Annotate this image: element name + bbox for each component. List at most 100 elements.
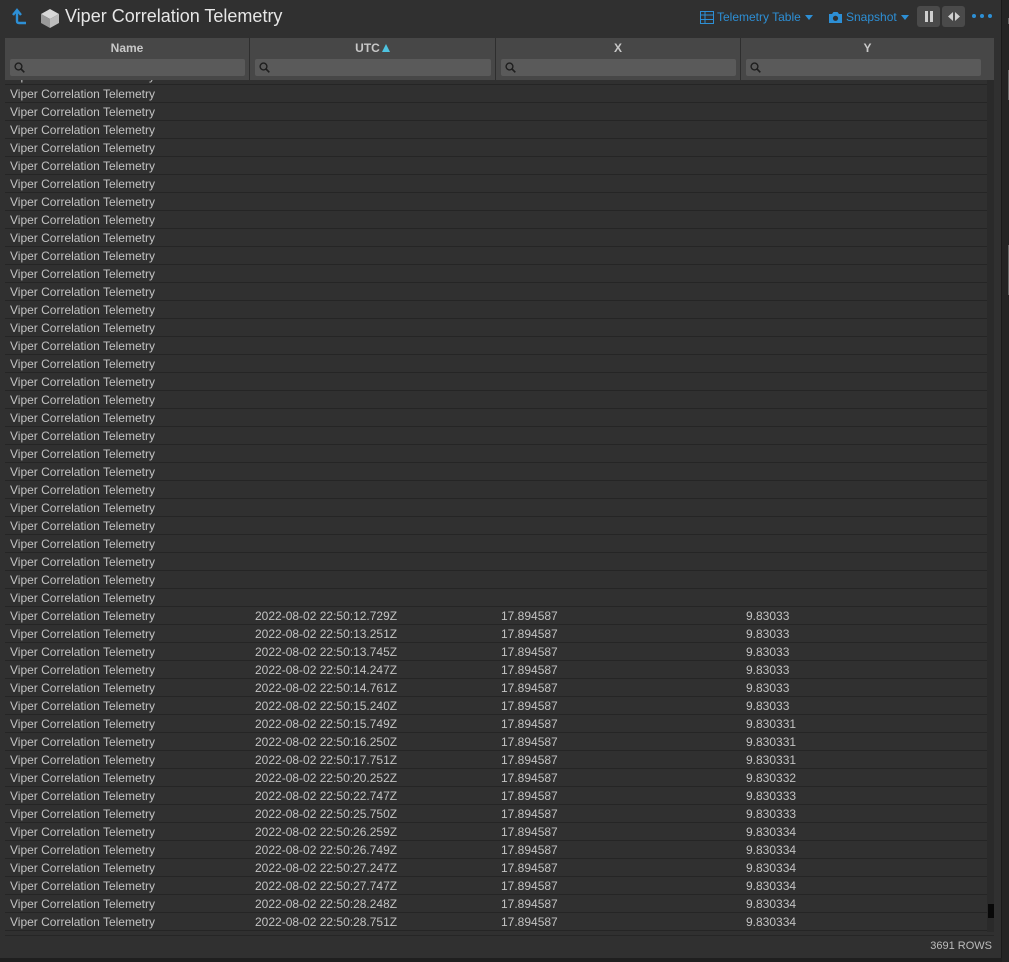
table-row[interactable]: Viper Correlation Telemetry	[5, 139, 987, 157]
cell-x: 17.894587	[501, 753, 558, 767]
table-row[interactable]: Viper Correlation Telemetry2022-08-02 22…	[5, 769, 987, 787]
table-row[interactable]: Viper Correlation Telemetry	[5, 355, 987, 373]
cell-x: 17.894587	[501, 915, 558, 929]
adjacent-pane-edge	[1002, 0, 1009, 962]
table-row[interactable]: Viper Correlation Telemetry	[5, 211, 987, 229]
cell-name: Viper Correlation Telemetry	[10, 645, 155, 659]
cell-y: 9.830334	[746, 825, 797, 839]
table-row[interactable]: Viper Correlation Telemetry2022-08-02 22…	[5, 787, 987, 805]
table-row[interactable]: Viper Correlation Telemetry2022-08-02 22…	[5, 823, 987, 841]
cell-name: Viper Correlation Telemetry	[10, 609, 155, 623]
vertical-scrollbar[interactable]	[987, 80, 994, 932]
snapshot-button[interactable]: Snapshot	[828, 8, 909, 26]
table-row[interactable]: Viper Correlation Telemetry2022-08-02 22…	[5, 661, 987, 679]
table-row[interactable]: Viper Correlation Telemetry	[5, 499, 987, 517]
table-row[interactable]: Viper Correlation Telemetry2022-08-02 22…	[5, 877, 987, 895]
table-row[interactable]: Viper Correlation Telemetry	[5, 193, 987, 211]
view-switcher-button[interactable]: Telemetry Table	[700, 8, 813, 26]
cell-name: Viper Correlation Telemetry	[10, 699, 155, 713]
cell-name: Viper Correlation Telemetry	[10, 789, 155, 803]
cell-y: 9.83033	[746, 681, 790, 695]
cell-y: 9.830334	[746, 843, 797, 857]
table-row[interactable]: Viper Correlation Telemetry	[5, 157, 987, 175]
table-row[interactable]: Viper Correlation Telemetry	[5, 301, 987, 319]
cell-name: Viper Correlation Telemetry	[10, 321, 155, 335]
table-row[interactable]: Viper Correlation Telemetry2022-08-02 22…	[5, 733, 987, 751]
table-row[interactable]: Viper Correlation Telemetry	[5, 80, 987, 85]
table-row[interactable]: Viper Correlation Telemetry2022-08-02 22…	[5, 715, 987, 733]
table-row[interactable]: Viper Correlation Telemetry	[5, 589, 987, 607]
table-row[interactable]: Viper Correlation Telemetry	[5, 553, 987, 571]
table-row[interactable]: Viper Correlation Telemetry	[5, 463, 987, 481]
table-row[interactable]: Viper Correlation Telemetry	[5, 247, 987, 265]
cell-name: Viper Correlation Telemetry	[10, 861, 155, 875]
table-row[interactable]: Viper Correlation Telemetry2022-08-02 22…	[5, 697, 987, 715]
table-row[interactable]: Viper Correlation Telemetry	[5, 481, 987, 499]
cell-x: 17.894587	[501, 645, 558, 659]
table-row[interactable]: Viper Correlation Telemetry	[5, 85, 987, 103]
cell-utc: 2022-08-02 22:50:12.729Z	[255, 609, 398, 623]
cell-name: Viper Correlation Telemetry	[10, 231, 155, 245]
column-header-name[interactable]: Name	[5, 38, 250, 80]
table-row[interactable]: Viper Correlation Telemetry	[5, 175, 987, 193]
column-label: Y	[863, 41, 872, 55]
name-filter-input[interactable]	[10, 59, 245, 76]
column-header-x[interactable]: X	[496, 38, 741, 80]
cell-name: Viper Correlation Telemetry	[10, 447, 155, 461]
cell-name: Viper Correlation Telemetry	[10, 105, 155, 119]
table-row[interactable]: Viper Correlation Telemetry	[5, 535, 987, 553]
y-filter-input[interactable]	[746, 59, 981, 76]
cell-utc: 2022-08-02 22:50:27.247Z	[255, 861, 398, 875]
more-icon	[972, 14, 976, 18]
table-row[interactable]: Viper Correlation Telemetry	[5, 283, 987, 301]
more-options-button[interactable]	[972, 9, 992, 23]
pause-button[interactable]	[917, 6, 940, 27]
table-row[interactable]: Viper Correlation Telemetry2022-08-02 22…	[5, 679, 987, 697]
cell-y: 9.830334	[746, 879, 797, 893]
cell-name: Viper Correlation Telemetry	[10, 807, 155, 821]
table-row[interactable]: Viper Correlation Telemetry	[5, 517, 987, 535]
cell-name: Viper Correlation Telemetry	[10, 555, 155, 569]
table-row[interactable]: Viper Correlation Telemetry2022-08-02 22…	[5, 751, 987, 769]
cell-y: 9.83033	[746, 663, 790, 677]
utc-filter-input[interactable]	[255, 59, 491, 76]
table-row[interactable]: Viper Correlation Telemetry	[5, 229, 987, 247]
table-row[interactable]: Viper Correlation Telemetry 2022-08-02 22…	[5, 607, 987, 625]
table-row[interactable]: Viper Correlation Telemetry	[5, 409, 987, 427]
view-switcher-label: Telemetry Table	[717, 10, 801, 24]
back-arrow-icon[interactable]	[9, 7, 29, 27]
table-row[interactable]: Viper Correlation Telemetry 2022-08-02 22…	[5, 859, 987, 877]
column-header-y[interactable]: Y	[741, 38, 994, 80]
table-row[interactable]: Viper Correlation Telemetry2022-08-02 22…	[5, 931, 987, 932]
table-row[interactable]: Viper Correlation Telemetry	[5, 391, 987, 409]
cell-x: 17.894587	[501, 663, 558, 677]
expand-columns-button[interactable]	[942, 6, 965, 27]
cell-name: Viper Correlation Telemetry	[10, 735, 155, 749]
table-body[interactable]: Viper Correlation Telemetry Viper Correla…	[5, 80, 987, 932]
cell-y: 9.830334	[746, 915, 797, 929]
table-row[interactable]: Viper Correlation Telemetry2022-08-02 22…	[5, 895, 987, 913]
table-row[interactable]: Viper Correlation Telemetry2022-08-02 22…	[5, 841, 987, 859]
table-row[interactable]: Viper Correlation Telemetry	[5, 571, 987, 589]
table-row[interactable]: Viper Correlation Telemetry	[5, 103, 987, 121]
table-row[interactable]: Viper Correlation Telemetry	[5, 265, 987, 283]
table-row[interactable]: Viper Correlation Telemetry2022-08-02 22…	[5, 643, 987, 661]
x-filter-input[interactable]	[501, 59, 736, 76]
table-row[interactable]: Viper Correlation Telemetry	[5, 373, 987, 391]
search-icon	[259, 62, 270, 73]
table-row[interactable]: Viper Correlation Telemetry	[5, 445, 987, 463]
table-row[interactable]: Viper Correlation Telemetry2022-08-02 22…	[5, 913, 987, 931]
cell-y: 9.830333	[746, 807, 797, 821]
table-row[interactable]: Viper Correlation Telemetry	[5, 427, 987, 445]
cell-name: Viper Correlation Telemetry	[10, 429, 155, 443]
cell-name: Viper Correlation Telemetry	[10, 537, 155, 551]
scrollbar-thumb[interactable]	[988, 904, 994, 918]
chevron-down-icon	[804, 14, 813, 20]
table-row[interactable]: Viper Correlation Telemetry2022-08-02 22…	[5, 805, 987, 823]
table-row[interactable]: Viper Correlation Telemetry2022-08-02 22…	[5, 625, 987, 643]
cell-name: Viper Correlation Telemetry	[10, 267, 155, 281]
table-row[interactable]: Viper Correlation Telemetry	[5, 121, 987, 139]
table-row[interactable]: Viper Correlation Telemetry	[5, 337, 987, 355]
column-header-utc[interactable]: UTC	[250, 38, 496, 80]
table-row[interactable]: Viper Correlation Telemetry	[5, 319, 987, 337]
